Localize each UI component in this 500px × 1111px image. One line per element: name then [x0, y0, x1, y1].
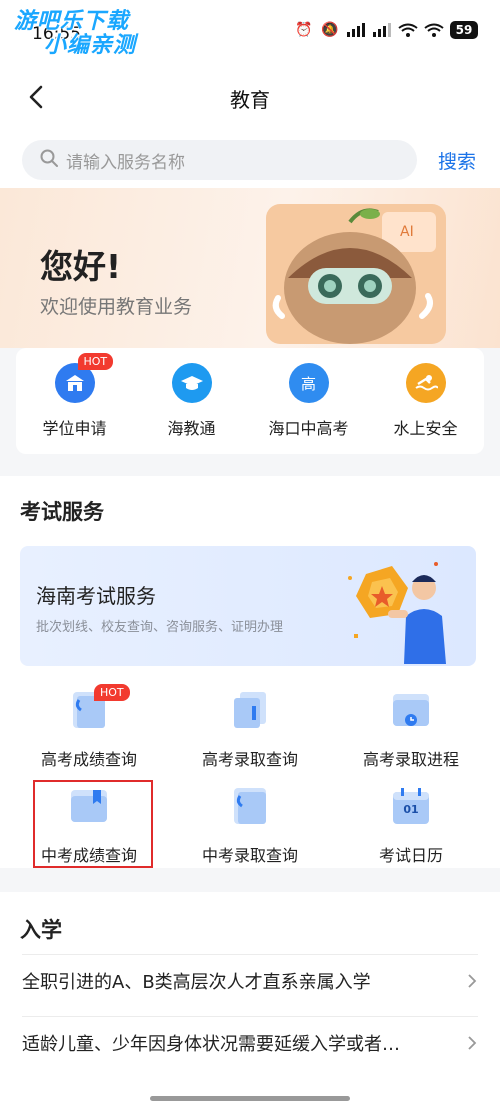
signal-icon-2 — [372, 20, 392, 40]
wifi-icon — [398, 20, 418, 40]
exam-item-label: 考试日历 — [378, 846, 443, 865]
quick-item-degree-application[interactable]: HOT 学位申请 — [20, 353, 130, 439]
quick-item-label: 水上安全 — [393, 419, 458, 438]
nav-header: 教育 — [0, 62, 500, 132]
status-icons: ⏰ 🔕 59 — [294, 20, 478, 40]
exam-item-label: 中考录取查询 — [201, 846, 298, 865]
calendar-date: 01 — [403, 803, 419, 816]
exam-services-section: 考试服务 海南考试服务 批次划线、校友查询、咨询服务、证明办理 HOT 高考成绩… — [0, 476, 500, 868]
admission-item[interactable]: 适龄儿童、少年因身体状况需要延缓入学或者… — [22, 1016, 478, 1068]
admission-item-label: 全职引进的A、B类高层次人才直系亲属入学 — [22, 971, 371, 993]
watermark-line-1: 游吧乐下载 — [14, 9, 130, 34]
greeting-text: 您好! — [40, 247, 122, 286]
exam-item-zhongkao-admission[interactable]: 中考录取查询 — [175, 786, 325, 866]
welcome-subtitle: 欢迎使用教育业务 — [40, 296, 193, 318]
search-bar: 请输入服务名称 搜索 — [0, 132, 500, 188]
home-indicator[interactable] — [150, 1096, 350, 1101]
admission-section: 入学 全职引进的A、B类高层次人才直系亲属入学 适龄儿童、少年因身体状况需要延缓… — [0, 892, 500, 1111]
search-button[interactable]: 搜索 — [438, 147, 476, 174]
exam-item-label: 高考录取查询 — [201, 750, 298, 769]
page-title: 教育 — [230, 88, 270, 112]
quick-item-haijiaotong[interactable]: 海教通 — [137, 363, 247, 439]
watermark-line-2: 小编亲测 — [44, 33, 137, 59]
hainan-exam-banner[interactable]: 海南考试服务 批次划线、校友查询、咨询服务、证明办理 — [20, 546, 476, 666]
trophy-person-illustration — [348, 562, 446, 664]
search-input[interactable]: 请输入服务名称 — [22, 140, 417, 180]
clipped-document-icon — [228, 786, 272, 826]
exam-item-gaokao-admission[interactable]: 高考录取查询 — [175, 690, 325, 770]
quick-services-card: HOT 学位申请 海教通 高 海口中高考 水上安全 — [16, 348, 484, 454]
bookmark-folder-icon — [67, 786, 111, 826]
hot-badge: HOT — [94, 684, 130, 701]
exam-item-gaokao-progress[interactable]: 高考录取进程 — [336, 690, 486, 770]
status-bar: 16:55 游吧乐下载 小编亲测 ⏰ 🔕 59 — [0, 0, 500, 62]
admission-item[interactable]: 全职引进的A、B类高层次人才直系亲属入学 — [22, 954, 478, 1006]
search-icon — [40, 149, 58, 171]
exam-banner-title: 海南考试服务 — [36, 584, 156, 608]
wifi-icon-2 — [424, 20, 444, 40]
exam-item-label: 中考成绩查询 — [40, 846, 137, 865]
exam-item-zhongkao-score[interactable]: 中考成绩查询 — [14, 786, 164, 866]
graduation-cap-icon — [171, 363, 212, 403]
signal-icon — [346, 20, 366, 40]
mute-icon: 🔕 — [321, 22, 339, 38]
exam-banner-subtitle: 批次划线、校友查询、咨询服务、证明办理 — [36, 620, 284, 635]
exam-item-gaokao-score[interactable]: HOT 高考成绩查询 — [14, 684, 164, 770]
quick-item-water-safety[interactable]: 水上安全 — [371, 363, 481, 439]
folder-clock-icon — [389, 690, 433, 730]
calendar-icon: 01 — [389, 786, 433, 826]
admission-item-label: 适龄儿童、少年因身体状况需要延缓入学或者… — [22, 1033, 400, 1055]
exam-item-label: 高考录取进程 — [362, 750, 459, 769]
svg-text:AI: AI — [400, 224, 414, 240]
quick-item-label: 海教通 — [167, 419, 216, 438]
quick-item-haikou-exams[interactable]: 高 海口中高考 — [254, 363, 364, 439]
swimming-icon — [405, 363, 446, 403]
exam-item-exam-calendar[interactable]: 01 考试日历 — [336, 786, 486, 866]
coconut-mascot-illustration: AI — [266, 204, 446, 344]
welcome-banner: 您好! 欢迎使用教育业务 AI — [0, 188, 500, 348]
chevron-right-icon — [468, 974, 477, 988]
search-placeholder: 请输入服务名称 — [66, 152, 185, 173]
watermark: 游吧乐下载 小编亲测 — [14, 9, 137, 59]
chevron-right-icon — [468, 1036, 477, 1050]
section-title: 入学 — [20, 918, 62, 942]
exam-item-label: 高考成绩查询 — [40, 750, 137, 769]
battery-indicator: 59 — [450, 21, 478, 39]
document-stack-icon — [228, 690, 272, 730]
quick-item-label: 海口中高考 — [268, 419, 349, 438]
section-title: 考试服务 — [20, 500, 104, 524]
quick-item-label: 学位申请 — [42, 419, 107, 438]
alarm-icon: ⏰ — [295, 22, 313, 38]
hot-badge: HOT — [77, 353, 114, 370]
exam-gao-icon: 高 — [288, 363, 329, 403]
